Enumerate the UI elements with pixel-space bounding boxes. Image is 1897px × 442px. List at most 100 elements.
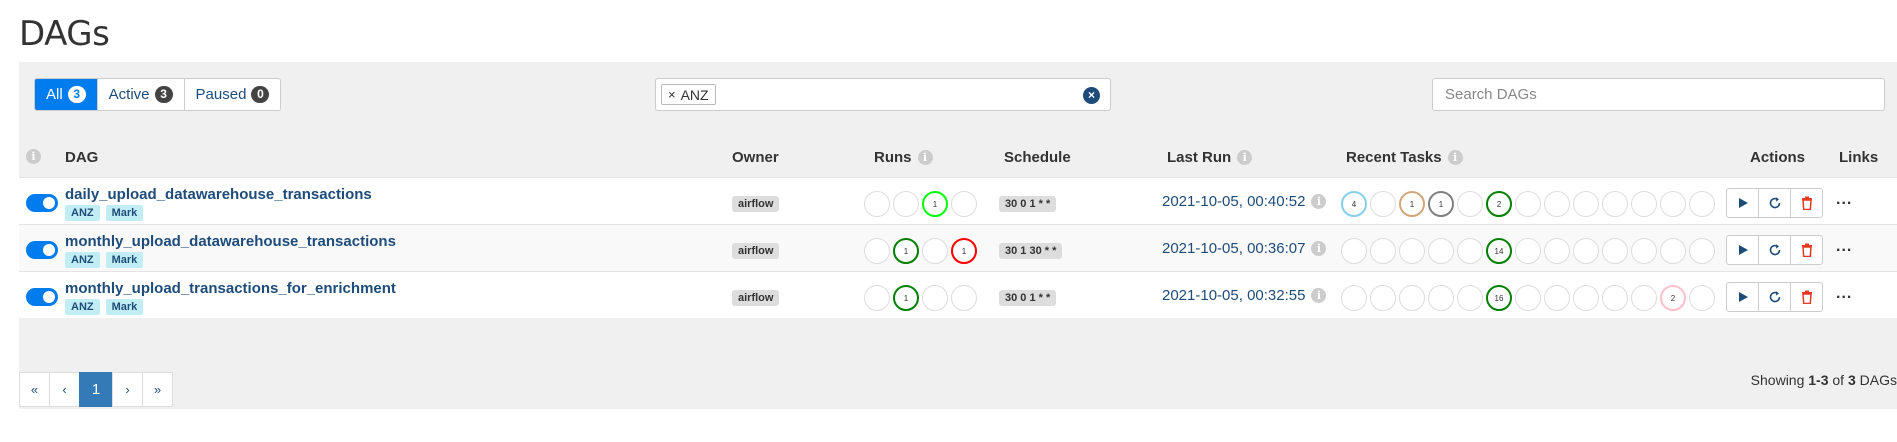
run-state-circle[interactable]: 1: [893, 285, 919, 311]
page-prev-button[interactable]: ‹: [49, 372, 80, 407]
task-state-circle[interactable]: 1: [1428, 191, 1454, 217]
run-state-circle[interactable]: [951, 191, 977, 217]
task-state-circle[interactable]: [1689, 191, 1715, 217]
task-state-circle[interactable]: [1573, 238, 1599, 264]
task-state-circle[interactable]: [1399, 238, 1425, 264]
task-state-circle[interactable]: [1689, 238, 1715, 264]
task-state-circle[interactable]: [1689, 285, 1715, 311]
run-state-circle[interactable]: [864, 285, 890, 311]
dag-tag[interactable]: Mark: [105, 252, 144, 268]
last-run-link[interactable]: 2021-10-05, 00:36:07: [1162, 240, 1305, 257]
task-state-circle[interactable]: [1602, 238, 1628, 264]
page-next-button[interactable]: ›: [112, 372, 143, 407]
task-state-circle[interactable]: [1544, 191, 1570, 217]
run-state-circle[interactable]: 1: [922, 191, 948, 217]
task-state-circle[interactable]: [1602, 285, 1628, 311]
task-state-circle[interactable]: [1370, 191, 1396, 217]
page-first-button[interactable]: «: [19, 372, 50, 407]
remove-tag-icon[interactable]: ×: [668, 87, 676, 102]
links-menu-icon[interactable]: ...: [1836, 238, 1852, 256]
task-state-circle[interactable]: [1457, 285, 1483, 311]
links-menu-icon[interactable]: ...: [1836, 191, 1852, 209]
task-state-circle[interactable]: 2: [1486, 191, 1512, 217]
dag-tag[interactable]: ANZ: [65, 299, 100, 315]
page-current-button[interactable]: 1: [79, 372, 113, 407]
task-state-circle[interactable]: [1428, 285, 1454, 311]
task-state-circle[interactable]: [1631, 285, 1657, 311]
delete-dag-button[interactable]: [1790, 282, 1823, 312]
trigger-dag-button[interactable]: [1726, 235, 1759, 265]
task-state-circle[interactable]: [1399, 285, 1425, 311]
task-state-circle[interactable]: [1515, 285, 1541, 311]
task-state-circle[interactable]: [1631, 191, 1657, 217]
filter-paused-button[interactable]: Paused 0: [184, 79, 281, 110]
refresh-dag-button[interactable]: [1758, 235, 1791, 265]
dag-name-link[interactable]: daily_upload_datawarehouse_transactions: [65, 186, 372, 203]
filter-all-button[interactable]: All 3: [35, 79, 98, 110]
run-state-circle[interactable]: 1: [951, 238, 977, 264]
last-run-info-icon[interactable]: i: [1311, 241, 1327, 256]
tag-filter-input[interactable]: × ANZ ×: [655, 78, 1111, 111]
pause-toggle[interactable]: [26, 241, 58, 259]
dag-tag[interactable]: Mark: [105, 205, 144, 221]
dag-tag[interactable]: Mark: [105, 299, 144, 315]
header-dag[interactable]: DAG: [65, 149, 98, 166]
dag-name-link[interactable]: monthly_upload_datawarehouse_transaction…: [65, 233, 396, 250]
task-state-circle[interactable]: [1370, 285, 1396, 311]
pause-toggle[interactable]: [26, 194, 58, 212]
run-state-circle[interactable]: 1: [893, 238, 919, 264]
task-state-circle[interactable]: [1515, 238, 1541, 264]
task-state-circle[interactable]: [1428, 238, 1454, 264]
run-state-circle[interactable]: [893, 191, 919, 217]
task-state-circle[interactable]: 1: [1399, 191, 1425, 217]
run-state-circle[interactable]: [864, 238, 890, 264]
task-state-circle[interactable]: [1544, 238, 1570, 264]
task-state-circle[interactable]: [1544, 285, 1570, 311]
schedule-badge[interactable]: 30 0 1 * *: [999, 196, 1057, 212]
task-state-circle[interactable]: 4: [1341, 191, 1367, 217]
last-run-link[interactable]: 2021-10-05, 00:32:55: [1162, 287, 1305, 304]
search-dags-input[interactable]: [1432, 78, 1885, 111]
task-state-circle[interactable]: [1660, 238, 1686, 264]
dag-name-link[interactable]: monthly_upload_transactions_for_enrichme…: [65, 280, 396, 297]
task-state-circle[interactable]: [1660, 191, 1686, 217]
trigger-dag-button[interactable]: [1726, 188, 1759, 218]
refresh-dag-button[interactable]: [1758, 282, 1791, 312]
task-state-circle[interactable]: 2: [1660, 285, 1686, 311]
runs-info-icon[interactable]: i: [917, 150, 933, 165]
last-run-link[interactable]: 2021-10-05, 00:40:52: [1162, 193, 1305, 210]
task-state-circle[interactable]: [1515, 191, 1541, 217]
trigger-dag-button[interactable]: [1726, 282, 1759, 312]
last-run-info-icon[interactable]: i: [1311, 194, 1327, 209]
dag-tag[interactable]: ANZ: [65, 205, 100, 221]
schedule-badge[interactable]: 30 0 1 * *: [999, 290, 1057, 306]
task-state-circle[interactable]: [1602, 191, 1628, 217]
run-state-circle[interactable]: [922, 285, 948, 311]
clear-tags-icon[interactable]: ×: [1083, 87, 1100, 104]
last-run-info-icon[interactable]: i: [1311, 288, 1327, 303]
task-state-circle[interactable]: [1573, 285, 1599, 311]
run-state-circle[interactable]: [864, 191, 890, 217]
delete-dag-button[interactable]: [1790, 188, 1823, 218]
task-state-circle[interactable]: [1573, 191, 1599, 217]
last-run-info-icon[interactable]: i: [1237, 150, 1253, 165]
run-state-circle[interactable]: [922, 238, 948, 264]
task-state-circle[interactable]: [1341, 285, 1367, 311]
task-state-circle[interactable]: 16: [1486, 285, 1512, 311]
recent-tasks-info-icon[interactable]: i: [1447, 150, 1463, 165]
page-last-button[interactable]: »: [142, 372, 173, 407]
run-state-circle[interactable]: [951, 285, 977, 311]
task-state-circle[interactable]: [1341, 238, 1367, 264]
task-state-circle[interactable]: [1370, 238, 1396, 264]
filter-active-button[interactable]: Active 3: [97, 79, 185, 110]
header-owner[interactable]: Owner: [732, 149, 779, 166]
schedule-badge[interactable]: 30 1 30 * *: [999, 243, 1063, 259]
task-state-circle[interactable]: [1631, 238, 1657, 264]
dag-tag[interactable]: ANZ: [65, 252, 100, 268]
task-state-circle[interactable]: [1457, 191, 1483, 217]
refresh-dag-button[interactable]: [1758, 188, 1791, 218]
pause-toggle[interactable]: [26, 288, 58, 306]
task-state-circle[interactable]: 14: [1486, 238, 1512, 264]
task-state-circle[interactable]: [1457, 238, 1483, 264]
delete-dag-button[interactable]: [1790, 235, 1823, 265]
